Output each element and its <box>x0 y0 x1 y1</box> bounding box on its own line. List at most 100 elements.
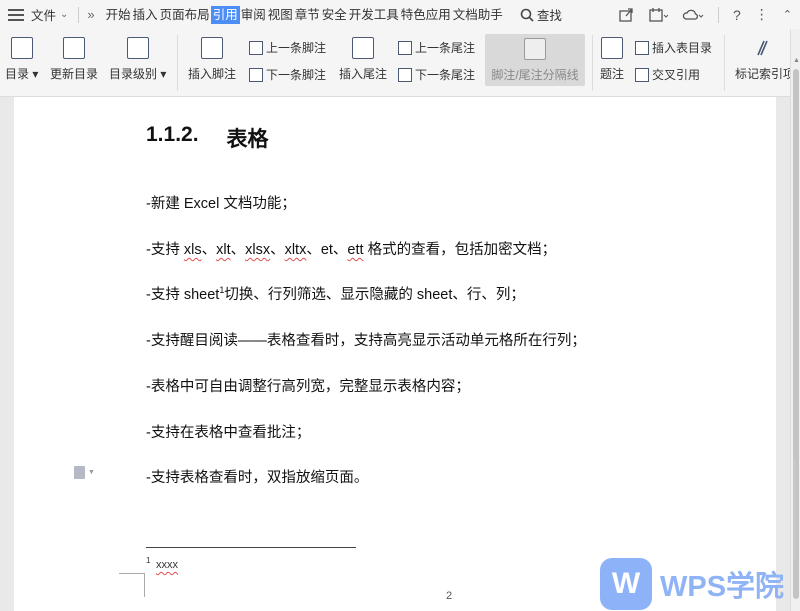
mark-index-icon <box>756 40 768 56</box>
toc-button[interactable]: 目录 ▾ <box>5 37 38 82</box>
file-menu-label: 文件 <box>31 9 57 23</box>
page-number: 2 <box>446 590 453 602</box>
mark-index-button[interactable]: 标记索引项 <box>735 37 790 82</box>
tab-view[interactable]: 视图 <box>267 6 294 24</box>
menu-icon[interactable] <box>8 8 24 21</box>
cloud-icon[interactable] <box>682 7 704 23</box>
separator-button[interactable]: 脚注/尾注分隔线 <box>485 34 585 86</box>
file-menu[interactable]: 文件 ⌄ <box>31 5 68 24</box>
next-footnote-button[interactable]: 下一条脚注 <box>249 66 326 83</box>
prev-footnote-icon <box>249 40 263 55</box>
document-area <box>0 97 790 611</box>
prev-endnote-icon <box>398 40 412 55</box>
tab-home[interactable]: 开始 <box>105 6 132 24</box>
scroll-up-icon[interactable]: ▲ <box>793 57 800 64</box>
divider <box>724 35 725 91</box>
paragraph-6: -支持在表格中查看批注； <box>146 425 311 441</box>
toc-level-button[interactable]: 目录级别 ▾ <box>109 37 166 82</box>
next-endnote-button[interactable]: 下一条尾注 <box>398 66 475 83</box>
toc-level-icon <box>126 37 149 59</box>
cross-reference-button[interactable]: 交叉引用 <box>635 66 700 83</box>
next-endnote-icon <box>398 67 412 82</box>
help-icon[interactable]: ? <box>733 7 741 23</box>
toc-level-label: 目录级别 ▾ <box>109 67 167 81</box>
separator-label: 脚注/尾注分隔线 <box>491 68 579 82</box>
paragraph-4: -支持醒目阅读——表格查看时，支持高亮显示活动单元格所在行列； <box>146 333 586 349</box>
tab-special[interactable]: 特色应用 <box>400 6 452 24</box>
divider <box>177 35 178 91</box>
prev-endnote-label: 上一条尾注 <box>415 41 476 55</box>
tab-security[interactable]: 安全 <box>321 6 348 24</box>
more-tabs-icon[interactable]: » <box>87 7 94 22</box>
tab-assistant[interactable]: 文档助手 <box>452 6 504 24</box>
footnote-number: 1 <box>146 556 151 565</box>
search-button[interactable]: 查找 <box>520 5 562 24</box>
document-icon <box>74 466 85 479</box>
collapse-ribbon-icon[interactable]: ⌃ <box>783 8 792 21</box>
paragraph-handle[interactable]: ▼ <box>74 466 95 479</box>
insert-endnote-button[interactable]: 插入尾注 <box>339 37 387 82</box>
prev-footnote-button[interactable]: 上一条脚注 <box>249 39 326 56</box>
next-endnote-label: 下一条尾注 <box>415 68 476 82</box>
prev-endnote-button[interactable]: 上一条尾注 <box>398 39 475 56</box>
heading-number: 1.1.2. <box>146 123 199 146</box>
section-heading: 1.1.2. 表格 <box>146 123 269 153</box>
tab-developer[interactable]: 开发工具 <box>348 6 400 24</box>
mark-index-label: 标记索引项 <box>735 67 790 81</box>
paragraph-5: -表格中可自由调整行高列宽，完整显示表格内容； <box>146 379 470 395</box>
paragraph-3: -支持 sheet1切换、行列筛选、显示隐藏的 sheet、行、列； <box>146 285 525 303</box>
paragraph-1: -新建 Excel 文档功能； <box>146 196 296 212</box>
update-toc-button[interactable]: 更新目录 <box>50 37 98 82</box>
watermark-text: WPS学院 <box>660 571 785 603</box>
toc-icon <box>10 37 33 59</box>
insert-table-of-figures-label: 插入表目录 <box>652 41 713 55</box>
caption-label: 题注 <box>600 67 625 81</box>
refresh-icon <box>63 37 85 59</box>
menu-bar: 文件 ⌄ » 开始 插入 页面布局 引用 审阅 视图 章节 安全 开发工具 特色… <box>0 0 800 29</box>
crop-mark <box>119 573 145 597</box>
update-toc-label: 更新目录 <box>50 67 99 81</box>
wps-logo-icon: W <box>600 558 652 610</box>
search-icon <box>520 8 534 22</box>
insert-footnote-label: 插入脚注 <box>188 67 237 81</box>
share-icon[interactable] <box>618 7 634 23</box>
insert-table-of-figures-button[interactable]: 插入表目录 <box>635 39 712 56</box>
insert-endnote-label: 插入尾注 <box>339 67 388 81</box>
endnote-icon <box>352 37 374 59</box>
document-page[interactable] <box>14 97 776 611</box>
paragraph-2: -支持 xls、xlt、xlsx、xltx、et、ett 格式的查看，包括加密文… <box>146 242 557 258</box>
more-options-icon[interactable]: ⋮ <box>755 6 769 23</box>
separator-icon <box>524 38 546 60</box>
chevron-down-icon: ⌄ <box>60 9 69 20</box>
divider <box>78 6 80 23</box>
tab-insert[interactable]: 插入 <box>132 6 159 24</box>
insert-footnote-button[interactable]: 插入脚注 <box>188 37 236 82</box>
divider <box>592 35 593 91</box>
next-footnote-label: 下一条脚注 <box>266 68 327 82</box>
page-edge <box>794 460 800 560</box>
next-footnote-icon <box>249 67 263 82</box>
titlebar-actions: ? ⋮ ⌃ <box>618 0 792 29</box>
caption-icon <box>601 37 623 59</box>
toc-label: 目录 ▾ <box>5 67 39 81</box>
paragraph-7: -支持表格查看时，双指放缩页面。 <box>146 470 369 486</box>
footnote-text: xxxx <box>156 559 178 571</box>
heading-text: 表格 <box>226 128 269 151</box>
wps-academy-watermark: W WPS学院 <box>600 558 784 610</box>
caption-button[interactable]: 题注 <box>600 37 624 82</box>
cross-reference-icon <box>635 67 649 82</box>
tab-references[interactable]: 引用 <box>210 5 240 24</box>
ribbon-toolbar: 目录 ▾ 更新目录 目录级别 ▾ 插入脚注 上一条脚注 下一条脚注 插入尾注 上… <box>0 29 800 97</box>
chevron-down-icon: ▼ <box>88 469 95 476</box>
calendar-icon[interactable] <box>648 7 668 23</box>
divider <box>717 6 719 23</box>
tab-page-layout[interactable]: 页面布局 <box>159 6 211 24</box>
tab-review[interactable]: 审阅 <box>240 6 267 24</box>
footnote-separator <box>146 547 356 548</box>
tab-section[interactable]: 章节 <box>294 6 321 24</box>
table-of-figures-icon <box>635 40 649 55</box>
cross-reference-label: 交叉引用 <box>652 68 701 82</box>
prev-footnote-label: 上一条脚注 <box>266 41 327 55</box>
search-label: 查找 <box>536 9 562 23</box>
footnote-icon <box>201 37 223 59</box>
